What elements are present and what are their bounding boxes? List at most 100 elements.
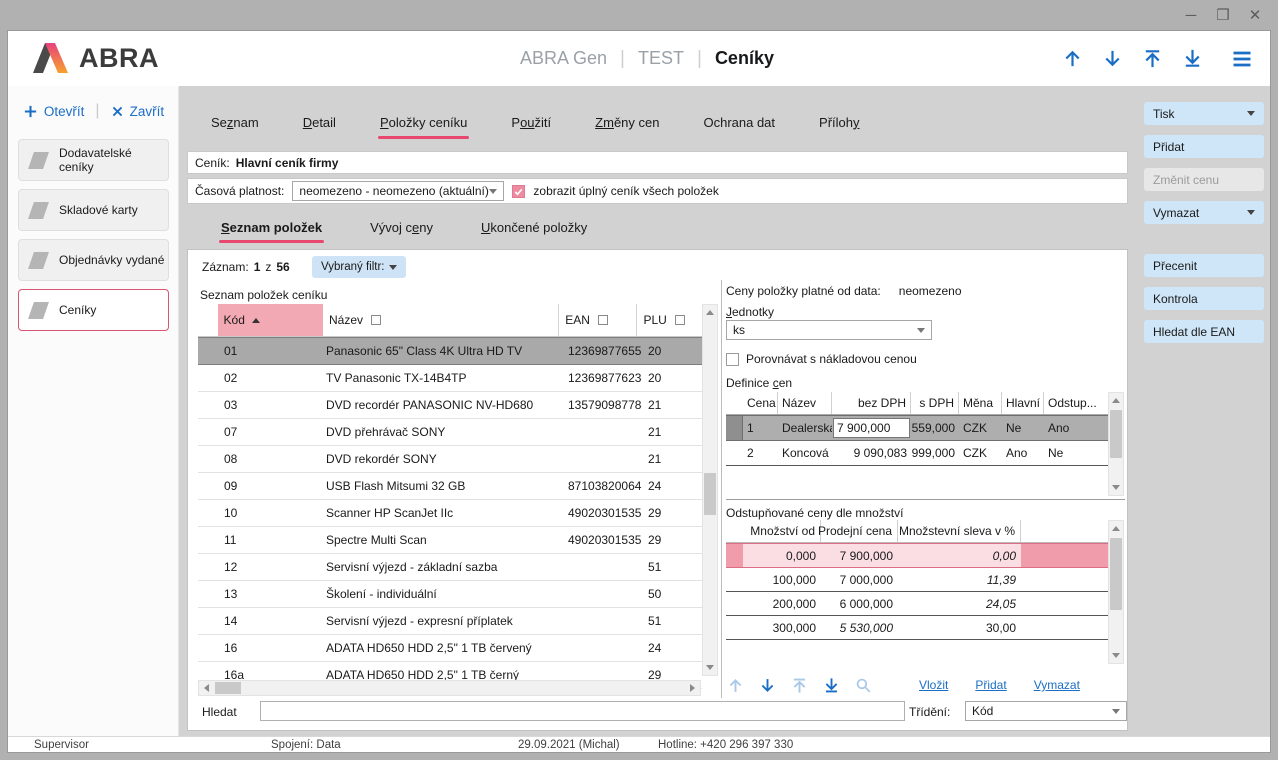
column-header[interactable]: Prodejní cena <box>821 520 898 542</box>
show-full-pricelist-checkbox[interactable] <box>512 185 525 198</box>
column-header[interactable]: Měna <box>959 392 1002 414</box>
validity-select[interactable]: neomezeno - neomezeno (aktuální) <box>292 181 504 201</box>
table-row[interactable]: 09 USB Flash Mitsumi 32 GB 871038200647 … <box>198 473 702 500</box>
move-down-icon[interactable] <box>758 676 777 695</box>
table-row[interactable]: 03 DVD recordér PANASONIC NV-HD680 13579… <box>198 392 702 419</box>
action-button[interactable]: Kontrola <box>1144 287 1264 310</box>
open-button[interactable]: Otevřít <box>23 104 85 119</box>
inline-editor[interactable]: 7 900,000 <box>833 418 910 438</box>
column-header-name[interactable]: Název <box>323 304 559 336</box>
table-row[interactable]: 12 Servisní výjezd - základní sazba 51 <box>198 554 702 581</box>
move-down-icon[interactable] <box>1101 47 1124 70</box>
scrollbar-thumb[interactable] <box>1110 410 1122 458</box>
close-icon[interactable]: ✕ <box>1246 6 1264 24</box>
panel-splitter[interactable] <box>721 280 722 698</box>
column-header[interactable]: Název <box>778 392 832 414</box>
price-edit-cell[interactable]: 7 900,000 <box>832 418 911 438</box>
tab[interactable]: Ochrana dat <box>703 100 775 144</box>
column-header[interactable]: Množství od <box>743 520 821 542</box>
action-button[interactable]: Změnit cenu <box>1144 168 1264 191</box>
scrollbar-thumb[interactable] <box>704 473 716 515</box>
move-last-icon[interactable] <box>1181 47 1204 70</box>
column-header-ean[interactable]: EAN <box>559 304 637 336</box>
scroll-down-icon[interactable] <box>1109 480 1123 495</box>
tab[interactable]: Položky ceníku <box>380 100 467 144</box>
sidebar-item[interactable]: Objednávky vydané <box>18 239 169 281</box>
table-row[interactable]: 0,000 7 900,000 0,00 <box>726 543 1108 568</box>
action-button[interactable]: Tisk <box>1144 102 1264 125</box>
table-row[interactable]: 10 Scanner HP ScanJet IIc 490203015355 2… <box>198 500 702 527</box>
subtab[interactable]: Vývoj ceny <box>370 209 433 246</box>
scrollbar-thumb[interactable] <box>215 682 241 694</box>
table-row[interactable]: 13 Školení - individuální 50 <box>198 581 702 608</box>
tab[interactable]: Přílohy <box>819 100 859 144</box>
column-filter-icon[interactable] <box>675 315 685 325</box>
minimize-icon[interactable]: ─ <box>1182 6 1200 24</box>
menu-icon[interactable] <box>1230 47 1254 71</box>
tab[interactable]: Změny cen <box>595 100 659 144</box>
tab[interactable]: Použití <box>511 100 551 144</box>
column-header[interactable]: bez DPH <box>832 392 911 414</box>
column-header[interactable]: s DPH <box>911 392 959 414</box>
column-filter-icon[interactable] <box>371 315 381 325</box>
add-link[interactable]: Přidat <box>975 678 1006 692</box>
table-row[interactable]: 07 DVD přehrávač SONY 21 <box>198 419 702 446</box>
move-up-icon[interactable] <box>1061 47 1084 70</box>
scroll-left-icon[interactable] <box>199 681 214 695</box>
search-icon[interactable] <box>854 676 873 695</box>
column-header[interactable]: Hlavní <box>1002 392 1044 414</box>
table-row[interactable]: 11 Spectre Multi Scan 490203015357 29 <box>198 527 702 554</box>
close-button[interactable]: Zavřít <box>111 104 165 119</box>
tab[interactable]: Seznam <box>211 100 259 144</box>
action-button[interactable]: Hledat dle EAN <box>1144 320 1264 343</box>
delete-link[interactable]: Vymazat <box>1034 678 1080 692</box>
tab[interactable]: Detail <box>303 100 336 144</box>
scroll-up-icon[interactable] <box>703 305 717 320</box>
scroll-down-icon[interactable] <box>1109 648 1123 663</box>
window-titlebar[interactable]: ─ ❒ ✕ <box>0 0 1278 30</box>
sidebar-item[interactable]: Dodavatelské ceníky <box>18 139 169 181</box>
move-first-icon[interactable] <box>790 676 809 695</box>
compare-cost-checkbox[interactable] <box>726 353 739 366</box>
column-header-plu[interactable]: PLU <box>637 304 702 336</box>
action-button[interactable]: Přecenit <box>1144 254 1264 277</box>
scroll-right-icon[interactable] <box>685 681 700 695</box>
column-header[interactable]: Cena <box>743 392 778 414</box>
items-vertical-scrollbar[interactable] <box>702 304 718 676</box>
column-header-code[interactable]: Kód <box>218 304 324 336</box>
action-button[interactable]: Vymazat <box>1144 201 1264 224</box>
table-row[interactable]: 02 TV Panasonic TX-14B4TP 123698776238 2… <box>198 365 702 392</box>
action-button[interactable]: Přidat <box>1144 135 1264 158</box>
tiers-scrollbar[interactable] <box>1108 520 1124 664</box>
column-filter-icon[interactable] <box>598 315 608 325</box>
maximize-icon[interactable]: ❒ <box>1214 6 1232 24</box>
definitions-scrollbar[interactable] <box>1108 392 1124 496</box>
table-row[interactable]: 200,000 6 000,000 24,05 <box>726 592 1108 616</box>
table-row[interactable]: 1 Dealerská 7 900,000 9 559,000 CZK Ne A… <box>726 415 1108 441</box>
column-header[interactable]: Odstup... <box>1044 392 1108 414</box>
selected-filter-dropdown[interactable]: Vybraný filtr: <box>312 256 406 278</box>
items-horizontal-scrollbar[interactable] <box>198 680 701 696</box>
scroll-up-icon[interactable] <box>1109 521 1123 536</box>
move-first-icon[interactable] <box>1141 47 1164 70</box>
table-row[interactable]: 300,000 5 530,000 30,00 <box>726 616 1108 640</box>
units-select[interactable]: ks <box>726 320 932 340</box>
subtab[interactable]: Seznam položek <box>221 209 322 246</box>
sort-select[interactable]: Kód <box>965 701 1127 721</box>
move-up-icon[interactable] <box>726 676 745 695</box>
subtab[interactable]: Ukončené položky <box>481 209 587 246</box>
table-row[interactable]: 16 ADATA HD650 HDD 2,5" 1 TB červený 24 <box>198 635 702 662</box>
sidebar-item[interactable]: Skladové karty <box>18 189 169 231</box>
column-header[interactable]: Množstevní sleva v % <box>898 520 1021 542</box>
scroll-down-icon[interactable] <box>703 660 717 675</box>
table-row[interactable]: 01 Panasonic 65" Class 4K Ultra HD TV 12… <box>198 337 702 365</box>
scrollbar-thumb[interactable] <box>1110 538 1122 610</box>
table-row[interactable]: 14 Servisní výjezd - expresní příplatek … <box>198 608 702 635</box>
table-row[interactable]: 08 DVD rekordér SONY 21 <box>198 446 702 473</box>
search-input[interactable] <box>260 701 905 721</box>
move-last-icon[interactable] <box>822 676 841 695</box>
insert-link[interactable]: Vložit <box>919 678 948 692</box>
table-row[interactable]: 100,000 7 000,000 11,39 <box>726 568 1108 592</box>
sidebar-item[interactable]: Ceníky <box>18 289 169 331</box>
scroll-up-icon[interactable] <box>1109 393 1123 408</box>
